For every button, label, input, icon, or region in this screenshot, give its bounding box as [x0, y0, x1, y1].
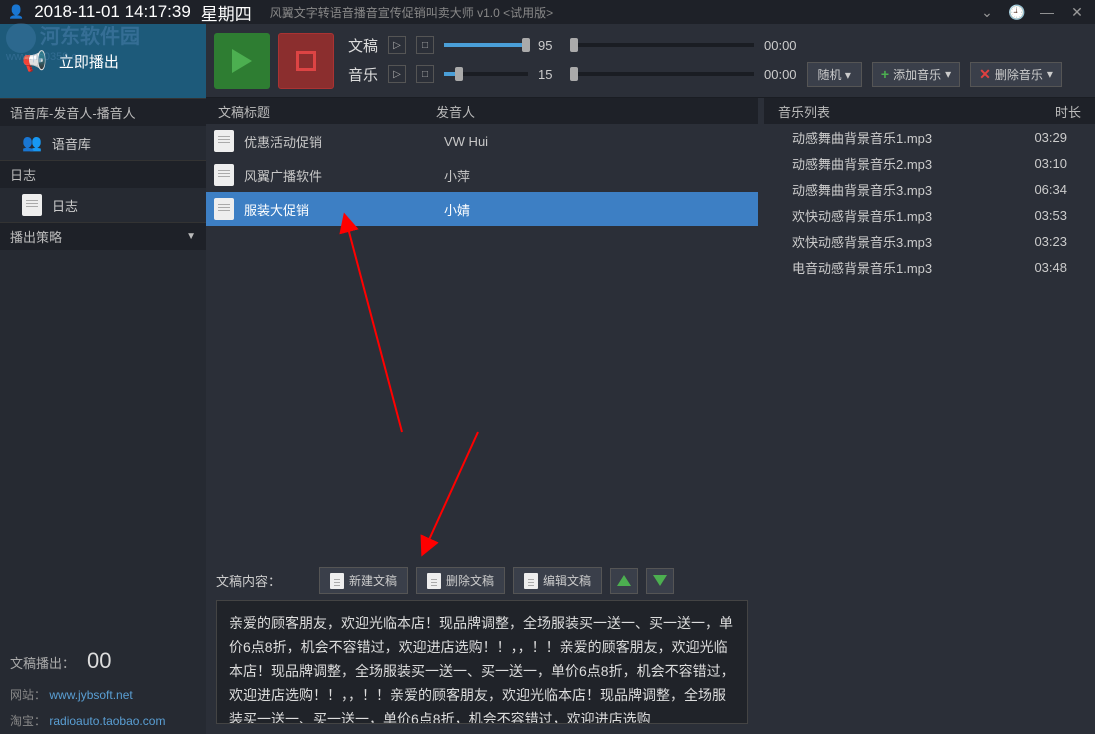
- broadcast-label: 立即播出: [59, 51, 119, 72]
- music-duration: 03:29: [1034, 130, 1067, 145]
- move-down-button[interactable]: [646, 568, 674, 594]
- document-icon: [214, 130, 234, 152]
- script-content-area: 文稿内容： 新建文稿 删除文稿 编辑文稿 亲爱的顾客朋友，欢迎光临本店！现品牌调…: [206, 559, 758, 734]
- document-icon: [214, 164, 234, 186]
- music-list-header: 音乐列表 时长: [764, 98, 1095, 124]
- new-script-button[interactable]: 新建文稿: [319, 567, 408, 594]
- music-row[interactable]: 动感舞曲背景音乐3.mp306:34: [764, 176, 1095, 202]
- minimize-button[interactable]: —: [1037, 2, 1057, 22]
- script-list-header: 文稿标题 发音人: [206, 98, 758, 124]
- document-icon: [427, 573, 441, 589]
- datetime: 2018-11-01 14:17:39: [34, 2, 191, 22]
- script-progress-slider[interactable]: [570, 43, 754, 47]
- music-play-mini[interactable]: ▷: [388, 65, 406, 83]
- script-volume-slider[interactable]: [444, 43, 528, 47]
- script-row[interactable]: 优惠活动促销 VW Hui: [206, 124, 758, 158]
- music-name: 动感舞曲背景音乐2.mp3: [792, 154, 1034, 173]
- move-up-button[interactable]: [610, 568, 638, 594]
- play-button[interactable]: [214, 33, 270, 89]
- script-title: 服装大促销: [244, 200, 434, 219]
- music-name: 电音动感背景音乐1.mp3: [792, 258, 1034, 277]
- document-icon: [524, 573, 538, 589]
- voice-section-header[interactable]: 语音库-发音人-播音人: [0, 98, 206, 126]
- script-control-row: 文稿 ▷ □ 95 00:00: [342, 35, 1087, 56]
- music-name: 动感舞曲背景音乐3.mp3: [792, 180, 1034, 199]
- day-of-week: 星期四: [201, 0, 252, 25]
- sidebar-item-voice-library[interactable]: 👥 语音库: [0, 126, 206, 160]
- music-duration: 03:23: [1034, 234, 1067, 249]
- music-control-row: 音乐 ▷ □ 15 00:00 随机 ▾ +添加音乐 ▾ ✕删除音乐 ▾: [342, 62, 1087, 87]
- script-stop-mini[interactable]: □: [416, 36, 434, 54]
- script-voice: 小萍: [444, 166, 470, 185]
- stop-icon: [296, 51, 316, 71]
- music-duration: 03:10: [1034, 156, 1067, 171]
- script-row[interactable]: 风翼广播软件小萍: [206, 158, 758, 192]
- broadcast-now-button[interactable]: 📢 立即播出: [0, 24, 206, 98]
- music-row[interactable]: 动感舞曲背景音乐1.mp303:29: [764, 124, 1095, 150]
- music-name: 动感舞曲背景音乐1.mp3: [792, 128, 1034, 147]
- music-row[interactable]: 动感舞曲背景音乐2.mp303:10: [764, 150, 1095, 176]
- shuffle-button[interactable]: 随机 ▾: [807, 62, 862, 87]
- edit-script-button[interactable]: 编辑文稿: [513, 567, 602, 594]
- music-volume-slider[interactable]: [444, 72, 528, 76]
- taobao-link[interactable]: radioauto.taobao.com: [49, 714, 165, 728]
- sidebar: 📢 立即播出 语音库-发音人-播音人 👥 语音库 日志 日志 播出策略 ▼ 文稿…: [0, 24, 206, 734]
- toolbar: 文稿 ▷ □ 95 00:00 音乐 ▷ □: [206, 24, 1095, 98]
- music-progress-slider[interactable]: [570, 72, 754, 76]
- music-row[interactable]: 欢快动感背景音乐3.mp303:23: [764, 228, 1095, 254]
- script-panel: 文稿标题 发音人 优惠活动促销VW Hui风翼广播软件小萍服装大促销小婧 文稿内…: [206, 98, 758, 734]
- music-duration: 03:53: [1034, 208, 1067, 223]
- music-name: 欢快动感背景音乐3.mp3: [792, 232, 1034, 251]
- script-play-mini[interactable]: ▷: [388, 36, 406, 54]
- website-link[interactable]: www.jybsoft.net: [49, 688, 132, 702]
- sidebar-item-log[interactable]: 日志: [0, 188, 206, 222]
- add-music-button[interactable]: +添加音乐 ▾: [872, 62, 960, 87]
- script-row[interactable]: 服装大促销小婧: [206, 192, 758, 226]
- megaphone-icon: 📢: [22, 49, 47, 74]
- document-icon: [22, 194, 42, 216]
- app-title: 风翼文字转语音播音宣传促销叫卖大师 v1.0 <试用版>: [270, 4, 553, 21]
- chevron-down-icon: ▼: [186, 231, 196, 242]
- music-stop-mini[interactable]: □: [416, 65, 434, 83]
- script-title: 风翼广播软件: [244, 166, 434, 185]
- document-icon: [330, 573, 344, 589]
- delete-script-button[interactable]: 删除文稿: [416, 567, 505, 594]
- broadcast-count: 文稿播出： 00: [0, 640, 206, 682]
- music-duration: 03:48: [1034, 260, 1067, 275]
- music-row[interactable]: 欢快动感背景音乐1.mp303:53: [764, 202, 1095, 228]
- arrow-down-icon: [653, 575, 667, 586]
- script-list[interactable]: 优惠活动促销VW Hui风翼广播软件小萍服装大促销小婧: [206, 124, 758, 559]
- close-button[interactable]: ✕: [1067, 2, 1087, 22]
- dropdown-icon[interactable]: ⌄: [977, 2, 997, 22]
- clock-icon[interactable]: 🕘: [1007, 2, 1027, 22]
- site-link-row: 网站： www.jybsoft.net: [0, 682, 206, 708]
- delete-music-button[interactable]: ✕删除音乐 ▾: [970, 62, 1062, 87]
- music-row[interactable]: 电音动感背景音乐1.mp303:48: [764, 254, 1095, 280]
- log-section-header[interactable]: 日志: [0, 160, 206, 188]
- music-name: 欢快动感背景音乐1.mp3: [792, 206, 1034, 225]
- titlebar: 👤 2018-11-01 14:17:39 星期四 风翼文字转语音播音宣传促销叫…: [0, 0, 1095, 24]
- script-voice: 小婧: [444, 200, 470, 219]
- script-voice: VW Hui: [444, 134, 488, 149]
- user-icon: 👤: [8, 4, 24, 20]
- script-content-text[interactable]: 亲爱的顾客朋友，欢迎光临本店！现品牌调整，全场服装买一送一、买一送一，单价6点8…: [216, 600, 748, 724]
- plus-icon: +: [881, 66, 889, 82]
- music-duration: 06:34: [1034, 182, 1067, 197]
- taobao-link-row: 淘宝： radioauto.taobao.com: [0, 708, 206, 734]
- stop-button[interactable]: [278, 33, 334, 89]
- document-icon: [214, 198, 234, 220]
- arrow-up-icon: [617, 575, 631, 586]
- x-icon: ✕: [979, 66, 991, 83]
- music-panel: 音乐列表 时长 动感舞曲背景音乐1.mp303:29动感舞曲背景音乐2.mp30…: [764, 98, 1095, 734]
- strategy-section-header[interactable]: 播出策略 ▼: [0, 222, 206, 250]
- users-icon: 👥: [22, 133, 42, 153]
- script-title: 优惠活动促销: [244, 132, 434, 151]
- music-list[interactable]: 动感舞曲背景音乐1.mp303:29动感舞曲背景音乐2.mp303:10动感舞曲…: [764, 124, 1095, 734]
